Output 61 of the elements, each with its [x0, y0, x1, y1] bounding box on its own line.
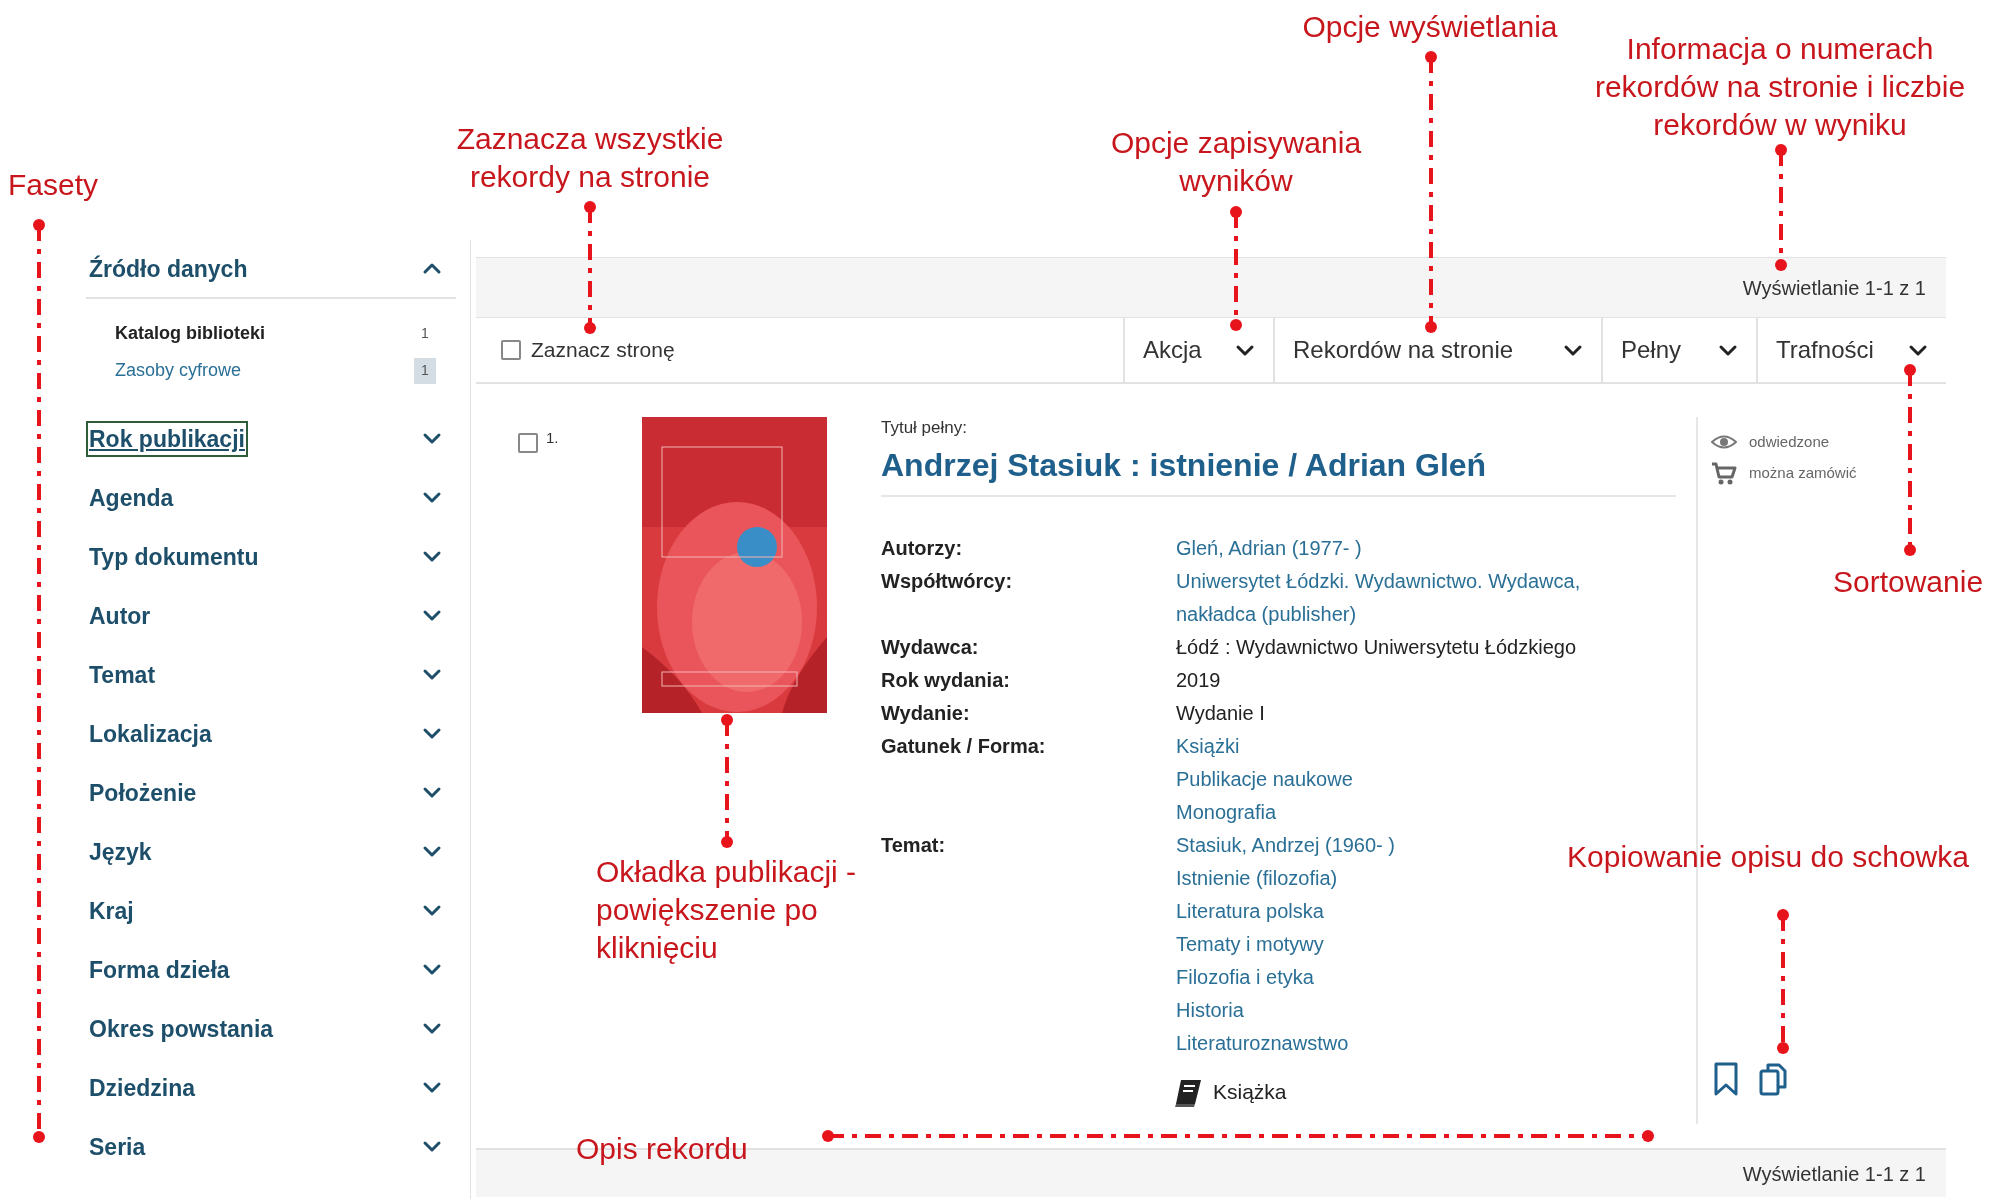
- facet-count: 1: [414, 357, 436, 384]
- facet-option[interactable]: Zasoby cyfrowe: [115, 357, 242, 384]
- format-label: Książka: [1213, 1079, 1287, 1105]
- status-label: odwiedzone: [1749, 432, 1830, 452]
- facet-header[interactable]: Kraj: [86, 892, 137, 929]
- field-label: Wydanie:: [881, 701, 971, 726]
- field-link[interactable]: Książki: [1176, 730, 1636, 763]
- facet-header[interactable]: Dziedzina: [86, 1069, 199, 1106]
- record-title[interactable]: Andrzej Stasiuk : istnienie / Adrian Gleń: [881, 447, 1487, 483]
- field-label: Temat:: [881, 833, 947, 858]
- annotation-label: Opcje wyświetlania: [1301, 9, 1559, 45]
- field-value: 2019: [1176, 668, 1222, 693]
- annotation-label: Opcje zapisywania wyników: [1109, 125, 1363, 199]
- cart-icon: [1711, 461, 1737, 485]
- field-link[interactable]: Uniwersytet Łódzki. Wydawnictwo. Wydawca, nakładca (publisher): [1176, 565, 1636, 631]
- field-link[interactable]: Literatura polska: [1176, 895, 1636, 928]
- annotation-label: Sortowanie: [1833, 564, 1984, 600]
- facet-count: 1: [420, 324, 430, 343]
- facet-header[interactable]: Źródło danych: [86, 250, 251, 287]
- results-info: Wyświetlanie 1-1 z 1: [1742, 1161, 1926, 1187]
- field-label: Rok wydania:: [881, 668, 1011, 693]
- field-link[interactable]: Historia: [1176, 994, 1636, 1027]
- bookmark-icon[interactable]: [1713, 1062, 1739, 1096]
- field-label: Wydawca:: [881, 635, 980, 660]
- select-page-checkbox[interactable]: Zaznacz stronę: [476, 318, 1123, 382]
- facet-header[interactable]: Temat: [86, 656, 159, 693]
- field-link[interactable]: Publikacje naukowe: [1176, 763, 1636, 796]
- field-value: Łódź : Wydawnictwo Uniwersytetu Łódzkiego: [1176, 635, 1577, 660]
- results-info: Wyświetlanie 1-1 z 1: [1742, 275, 1926, 301]
- record-number: 1.: [546, 428, 559, 448]
- facet-header[interactable]: Lokalizacja: [86, 715, 215, 752]
- facet-header[interactable]: Agenda: [86, 479, 177, 516]
- facet-header[interactable]: Położenie: [86, 774, 200, 811]
- field-label: Autorzy:: [881, 536, 964, 561]
- facet-header[interactable]: Rok publikacji: [86, 420, 248, 457]
- facet-header[interactable]: Okres powstania: [86, 1010, 277, 1047]
- facet-header[interactable]: Język: [86, 833, 155, 870]
- field-link[interactable]: Filozofia i etyka: [1176, 961, 1636, 994]
- field-link[interactable]: Tematy i motywy: [1176, 928, 1636, 961]
- record-checkbox[interactable]: [518, 433, 538, 453]
- facet-header[interactable]: Typ dokumentu: [86, 538, 262, 575]
- facet-header[interactable]: Forma dzieła: [86, 951, 233, 988]
- annotation-label: Kopiowanie opisu do schowka: [1566, 839, 1970, 875]
- field-label: Współtwórcy:: [881, 569, 1014, 594]
- field-link[interactable]: Gleń, Adrian (1977- ): [1176, 532, 1636, 565]
- annotation-label: Okładka publikacji - powiększenie po kliknięciu: [596, 854, 858, 966]
- field-label: Gatunek / Forma:: [881, 734, 1047, 759]
- facet-header[interactable]: Autor: [86, 597, 154, 634]
- title-label: Tytuł pełny:: [881, 417, 968, 439]
- facet-header[interactable]: Seria: [86, 1128, 149, 1165]
- copy-icon[interactable]: [1759, 1062, 1787, 1096]
- annotation-label: Informacja o numerach rekordów na stronie i liczbie rekordów w wyniku: [1593, 31, 1967, 143]
- field-link[interactable]: Monografia: [1176, 796, 1636, 829]
- field-link[interactable]: Literaturoznawstwo: [1176, 1027, 1636, 1060]
- dropdown-button[interactable]: Pełny: [1601, 318, 1756, 382]
- status-label: można zamówić: [1749, 462, 1857, 483]
- facet-option[interactable]: Katalog biblioteki: [115, 320, 265, 347]
- annotation-label: Zaznacza wszystkie rekordy na stronie: [455, 121, 725, 195]
- field-value: Wydanie I: [1176, 701, 1266, 726]
- annotation-label: Fasety: [8, 167, 99, 203]
- annotation-label: Opis rekordu: [576, 1131, 748, 1167]
